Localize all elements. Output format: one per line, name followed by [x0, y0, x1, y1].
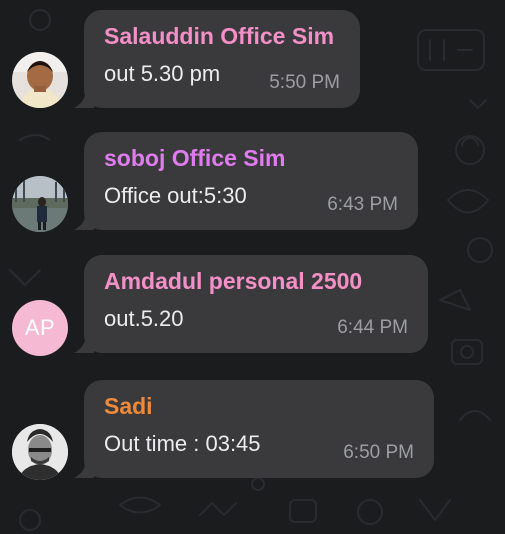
user-photo-avatar-icon — [12, 52, 68, 108]
message-bubble[interactable]: Amdadul personal 2500 out.5.20 6:44 PM — [74, 255, 428, 353]
message-text: out.5.20 — [104, 306, 184, 331]
sender-avatar[interactable] — [12, 176, 68, 232]
user-photo-avatar-icon — [12, 424, 68, 480]
sender-avatar[interactable] — [12, 52, 68, 108]
message-timestamp: 6:50 PM — [343, 442, 414, 463]
bubble-tail — [74, 333, 94, 353]
bubble-tail — [74, 458, 94, 478]
sender-name[interactable]: Salauddin Office Sim — [104, 23, 334, 50]
message-bubble[interactable]: soboj Office Sim Office out:5:30 6:43 PM — [74, 132, 418, 230]
message-timestamp: 6:43 PM — [327, 194, 398, 215]
message-bubble[interactable]: Sadi Out time : 03:45 6:50 PM — [74, 380, 434, 478]
user-photo-avatar-icon — [12, 176, 68, 232]
sender-name[interactable]: Amdadul personal 2500 — [104, 268, 362, 295]
chat-history[interactable]: Salauddin Office Sim out 5.30 pm 5:50 PM — [0, 0, 505, 534]
bubble-tail — [74, 210, 94, 230]
sender-avatar[interactable] — [12, 424, 68, 480]
message-timestamp: 6:44 PM — [337, 317, 408, 338]
message-bubble[interactable]: Salauddin Office Sim out 5.30 pm 5:50 PM — [74, 10, 360, 108]
message-text: Office out:5:30 — [104, 183, 247, 208]
message-text: Out time : 03:45 — [104, 431, 261, 456]
sender-name[interactable]: soboj Office Sim — [104, 145, 285, 172]
bubble-tail — [74, 88, 94, 108]
message-text: out 5.30 pm — [104, 61, 221, 86]
sender-avatar-initials[interactable]: AP — [12, 300, 68, 356]
message-timestamp: 5:50 PM — [269, 72, 340, 93]
sender-name[interactable]: Sadi — [104, 393, 153, 420]
